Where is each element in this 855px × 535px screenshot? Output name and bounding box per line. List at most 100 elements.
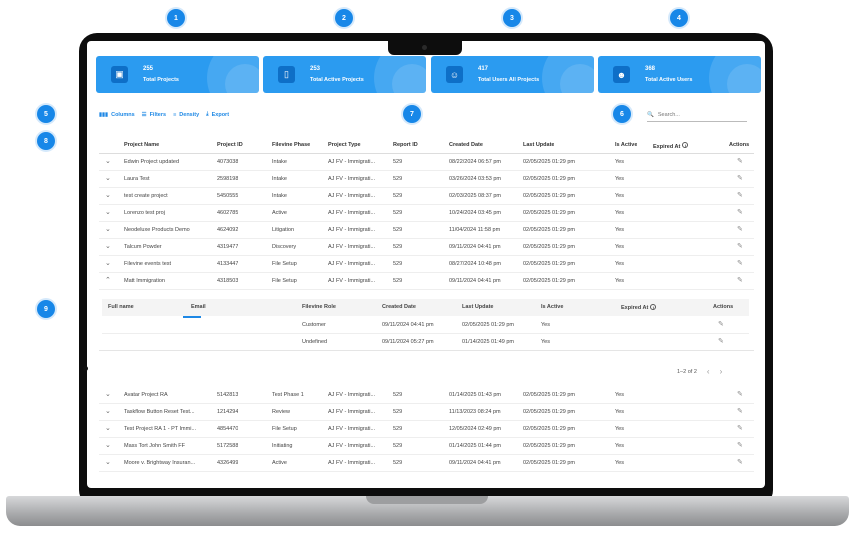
column-header[interactable]: Project Type <box>328 142 361 148</box>
table-row[interactable]: ⌄ Filevine events test 4133447 File Setup AJ… <box>99 256 754 273</box>
column-header[interactable]: Last Update <box>523 142 554 148</box>
table-row[interactable]: ⌄ Laura Test 2598198 Intake AJ FV - Immigrat… <box>99 171 754 188</box>
table-cell: File Setup <box>272 261 297 267</box>
edit-icon[interactable]: ✎ <box>737 191 743 199</box>
columns-button[interactable]: ▮▮▮ Columns <box>99 111 135 118</box>
table-cell: 12/05/2024 02:49 pm <box>449 426 501 432</box>
table-cell: Taskflow Button Reset Test... <box>124 409 195 415</box>
table-row[interactable]: ⌄ Talcum Powder 4319477 Discovery AJ FV - Im… <box>99 239 754 256</box>
subtable-row[interactable]: Customer 09/11/2024 04:41 pm 02/05/2025 01… <box>102 317 749 334</box>
subtable-column-header[interactable]: Expired At i <box>621 304 657 311</box>
table-header: Project Name Project ID Filevine Phase Proj… <box>99 137 754 154</box>
edit-icon[interactable]: ✎ <box>737 407 743 415</box>
table-row[interactable]: ⌄ Taskflow Button Reset Test... 1214294 Rev… <box>99 404 754 421</box>
table-row[interactable]: ⌃ Matt Immigration 4318503 File Setup AJ FV … <box>99 273 754 290</box>
table-cell: 02/05/2025 01:29 pm <box>523 278 575 284</box>
table-row[interactable]: ⌄ Neodeluxe Products Demo 4624092 Litigatio… <box>99 222 754 239</box>
info-icon[interactable]: i <box>682 142 689 148</box>
column-header[interactable]: Actions <box>729 142 749 148</box>
table-row[interactable]: ⌄ Avatar Project RA 5142813 Test Phase 1 AJ … <box>99 387 754 404</box>
table-cell: AJ FV - Immigrati... <box>328 159 376 165</box>
subtable-column-header[interactable]: Is Active <box>541 304 563 310</box>
subtable-column-header[interactable]: Created Date <box>382 304 416 310</box>
table-cell: Talcum Powder <box>124 244 162 250</box>
edit-icon[interactable]: ✎ <box>737 441 743 449</box>
table-cell: 08/22/2024 06:57 pm <box>449 159 501 165</box>
export-button[interactable]: ⤓ Export <box>206 111 229 118</box>
chevron-down-icon[interactable]: ⌄ <box>105 208 111 216</box>
chevron-down-icon[interactable]: ⌄ <box>105 407 111 415</box>
chevron-down-icon[interactable]: ⌄ <box>105 191 111 199</box>
table-cell: 2598198 <box>217 176 239 182</box>
table-cell: Intake <box>272 176 287 182</box>
search-input[interactable] <box>657 111 738 118</box>
subtable-column-header[interactable]: Filevine Role <box>302 304 336 310</box>
chevron-down-icon[interactable]: ⌄ <box>105 157 111 165</box>
chevron-down-icon[interactable]: ⌄ <box>105 259 111 267</box>
chevron-down-icon[interactable]: ⌄ <box>105 390 111 398</box>
table-row[interactable]: ⌄ test create project 5450555 Intake AJ FV -… <box>99 188 754 205</box>
edit-icon[interactable]: ✎ <box>718 337 724 345</box>
column-header[interactable]: Project Name <box>124 142 159 148</box>
table-row[interactable]: ⌄ Moore v. Brightway Insuran... 4326499 Act… <box>99 455 754 472</box>
edit-icon[interactable]: ✎ <box>737 259 743 267</box>
chevron-down-icon[interactable]: ⌄ <box>105 174 111 182</box>
density-button[interactable]: ≡ Density <box>173 111 199 118</box>
edit-icon[interactable]: ✎ <box>737 174 743 182</box>
table-cell: 4318503 <box>217 278 239 284</box>
column-header[interactable]: Filevine Phase <box>272 142 310 148</box>
table-cell: Yes <box>615 392 624 398</box>
table-row[interactable]: ⌄ Test Project RA 1 - PT Immi... 4854470 Fi… <box>99 421 754 438</box>
column-header[interactable]: Expired At i <box>653 142 689 150</box>
subtable-row[interactable]: Undefined 09/11/2024 05:27 pm 01/14/2025 0… <box>102 334 749 351</box>
table-cell: AJ FV - Immigrati... <box>328 193 376 199</box>
table-cell: Filevine events test <box>124 261 172 267</box>
edit-icon[interactable]: ✎ <box>737 157 743 165</box>
table-row[interactable]: ⌄ Edwin Project updated 4073038 Intake AJ FV… <box>99 154 754 171</box>
edit-icon[interactable]: ✎ <box>737 276 743 284</box>
column-header[interactable]: Project ID <box>217 142 243 148</box>
edit-icon[interactable]: ✎ <box>737 424 743 432</box>
filters-button[interactable]: ☰ Filters <box>142 111 166 118</box>
subtable-column-header[interactable]: Email <box>191 304 206 310</box>
table-cell: Yes <box>615 244 624 250</box>
table-row[interactable]: ⌄ Mass Tort John Smith FF 5172588 Initiatin… <box>99 438 754 455</box>
stat-label: Total Active Users <box>645 77 693 83</box>
table-cell: AJ FV - Immigrati... <box>328 392 376 398</box>
stat-value: 253 <box>310 66 321 72</box>
edit-icon[interactable]: ✎ <box>737 390 743 398</box>
chevron-down-icon[interactable]: ⌄ <box>105 458 111 466</box>
column-header[interactable]: Created Date <box>449 142 483 148</box>
edit-icon[interactable]: ✎ <box>737 208 743 216</box>
table-cell: 529 <box>393 244 403 250</box>
subtable-header: Full name Email Filevine Role Created Date L… <box>102 299 749 316</box>
next-page-icon[interactable]: › <box>720 367 723 376</box>
edit-icon[interactable]: ✎ <box>737 458 743 466</box>
edit-icon[interactable]: ✎ <box>737 242 743 250</box>
chevron-down-icon[interactable]: ⌄ <box>105 242 111 250</box>
edit-icon[interactable]: ✎ <box>718 320 724 328</box>
column-header[interactable]: Report ID <box>393 142 418 148</box>
table-cell: 09/11/2024 04:41 pm <box>449 460 501 466</box>
subtable-column-header[interactable]: Actions <box>713 304 733 310</box>
chevron-up-icon[interactable]: ⌃ <box>105 276 111 284</box>
chevron-down-icon[interactable]: ⌄ <box>105 441 111 449</box>
stat-card: ▯ 253 Total Active Projects <box>263 56 426 93</box>
subtable-column-header[interactable]: Full name <box>108 304 134 310</box>
edit-icon[interactable]: ✎ <box>737 225 743 233</box>
subtable-column-header[interactable]: Last Update <box>462 304 493 310</box>
stat-label: Total Projects <box>143 77 179 83</box>
column-header[interactable]: Is Active <box>615 142 637 148</box>
chevron-down-icon[interactable]: ⌄ <box>105 225 111 233</box>
table-cell: 529 <box>393 409 403 415</box>
table-cell: 08/27/2024 10:48 pm <box>449 261 501 267</box>
chevron-down-icon[interactable]: ⌄ <box>105 424 111 432</box>
prev-page-icon[interactable]: ‹ <box>707 367 710 376</box>
density-icon: ≡ <box>173 111 177 118</box>
table-cell: 5450555 <box>217 193 239 199</box>
table-cell: Yes <box>615 426 624 432</box>
table-cell: 4624092 <box>217 227 239 233</box>
info-icon[interactable]: i <box>650 304 657 310</box>
callout-badge: 1 <box>167 9 185 27</box>
table-row[interactable]: ⌄ Lorenzo test proj 4602785 Active AJ FV - I… <box>99 205 754 222</box>
